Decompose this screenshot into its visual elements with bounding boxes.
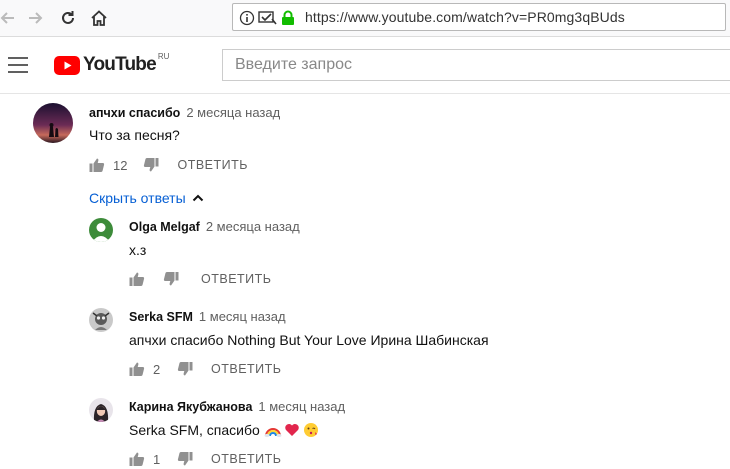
reply-actions: ОТВЕТИТЬ	[129, 269, 272, 289]
back-button[interactable]	[0, 5, 20, 31]
hide-replies-button[interactable]: Скрыть ответы	[89, 190, 204, 206]
like-button[interactable]	[89, 157, 105, 173]
avatar[interactable]	[89, 218, 113, 242]
reply-text: Serka SFM, спасибо	[129, 422, 260, 438]
youtube-play-icon	[54, 55, 80, 75]
reply-text: апчхи спасибо Nothing But Your Love Ирин…	[129, 332, 489, 348]
avatar[interactable]	[33, 103, 73, 143]
reply-time[interactable]: 1 месяц назад	[199, 309, 286, 324]
reply-button[interactable]: ОТВЕТИТЬ	[177, 158, 248, 172]
like-button[interactable]	[129, 271, 145, 287]
avatar[interactable]	[89, 308, 113, 332]
youtube-header: YouTube RU	[0, 37, 730, 94]
reload-button[interactable]	[55, 5, 81, 31]
permissions-icon[interactable]	[258, 10, 278, 26]
like-count: 2	[153, 361, 161, 377]
dislike-button[interactable]	[143, 157, 159, 173]
dislike-button[interactable]	[163, 271, 179, 287]
like-button[interactable]	[129, 361, 145, 377]
thumbs-down-icon	[163, 272, 179, 286]
comment-header: апчхи спасибо 2 месяца назад	[89, 105, 280, 120]
reply-header: Olga Melgaf 2 месяца назад	[129, 219, 300, 234]
like-count: 1	[153, 451, 161, 467]
search-box[interactable]	[222, 49, 730, 81]
info-icon[interactable]	[239, 10, 255, 26]
url-text: https://www.youtube.com/watch?v=PR0mg3qB…	[305, 9, 625, 25]
home-button[interactable]	[86, 5, 112, 31]
forward-arrow-icon	[29, 12, 43, 24]
default-user-avatar-icon	[89, 218, 113, 242]
avatar-image	[89, 308, 113, 332]
rainbow-emoji-icon	[264, 428, 282, 438]
comment-text: Что за песня?	[89, 127, 180, 143]
back-arrow-icon	[0, 12, 14, 24]
menu-icon[interactable]	[8, 57, 28, 73]
thumbs-up-icon	[89, 158, 105, 172]
reply-button[interactable]: ОТВЕТИТЬ	[211, 362, 282, 376]
forward-button[interactable]	[23, 5, 49, 31]
reload-icon	[62, 11, 74, 24]
thumbs-down-icon	[177, 452, 193, 466]
thumbs-down-icon	[177, 362, 193, 376]
reply-text-line: Serka SFM, спасибо	[129, 422, 319, 438]
hide-replies-label: Скрыть ответы	[89, 190, 186, 206]
kissing-face-emoji-icon	[303, 423, 318, 437]
chevron-up-icon	[192, 194, 203, 202]
reply-button[interactable]: ОТВЕТИТЬ	[201, 272, 272, 286]
reply-actions: 2 ОТВЕТИТЬ	[129, 359, 282, 379]
reply-actions: 1 ОТВЕТИТЬ	[129, 449, 282, 469]
reply-header: Карина Якубжанова 1 месяц назад	[129, 399, 345, 414]
like-count: 12	[113, 157, 128, 173]
red-heart-emoji-icon	[285, 424, 299, 436]
thumbs-up-icon	[129, 452, 145, 466]
dislike-button[interactable]	[177, 361, 193, 377]
address-bar[interactable]: https://www.youtube.com/watch?v=PR0mg3qB…	[232, 3, 726, 31]
lock-icon	[282, 10, 294, 25]
reply-time[interactable]: 2 месяца назад	[206, 219, 300, 234]
search-input[interactable]	[223, 50, 730, 80]
avatar[interactable]	[89, 398, 113, 422]
avatar-image	[89, 398, 113, 422]
reply-author[interactable]: Serka SFM	[129, 310, 193, 324]
reply-text: х.з	[129, 242, 147, 258]
thumbs-down-icon	[144, 158, 159, 172]
comment-actions: 12 ОТВЕТИТЬ	[89, 155, 248, 175]
dislike-button[interactable]	[177, 451, 193, 467]
logo-text: YouTube	[83, 54, 157, 75]
reply-time[interactable]: 1 месяц назад	[258, 399, 345, 414]
reply-header: Serka SFM 1 месяц назад	[129, 309, 286, 324]
reply-author[interactable]: Olga Melgaf	[129, 220, 200, 234]
like-button[interactable]	[129, 451, 145, 467]
thumbs-up-icon	[129, 362, 145, 376]
youtube-logo[interactable]: YouTube RU	[54, 51, 170, 76]
home-icon	[91, 10, 107, 26]
thumbs-up-icon	[129, 272, 145, 286]
comment-time[interactable]: 2 месяца назад	[186, 105, 280, 120]
avatar-image	[33, 103, 73, 143]
comment-author[interactable]: апчхи спасибо	[89, 106, 180, 120]
logo-region: RU	[157, 51, 170, 61]
browser-toolbar: https://www.youtube.com/watch?v=PR0mg3qB…	[0, 0, 730, 37]
reply-author[interactable]: Карина Якубжанова	[129, 400, 252, 414]
